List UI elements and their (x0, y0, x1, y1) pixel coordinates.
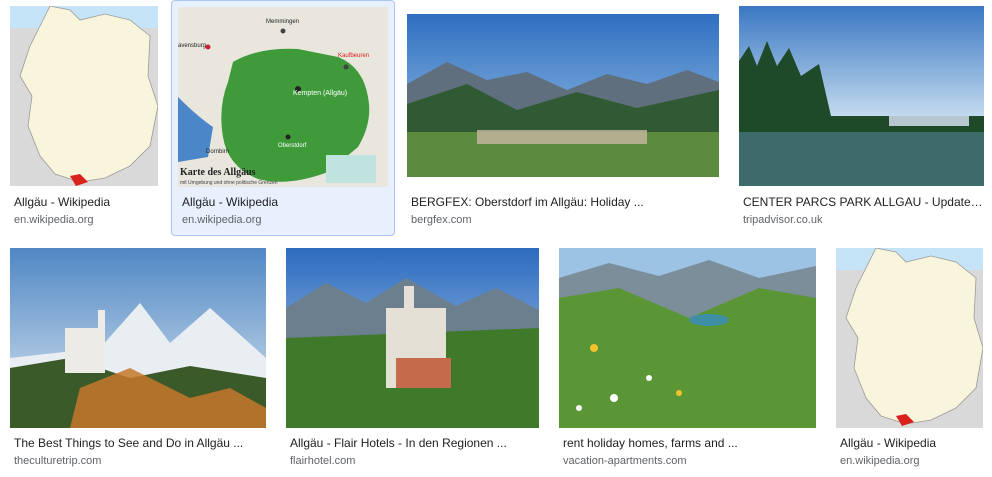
result-card-8[interactable]: Allgäu - Wikipedia en.wikipedia.org (827, 243, 992, 477)
result-source: flairhotel.com (290, 455, 356, 467)
map-label-memmingen: Memmingen (266, 19, 299, 25)
result-image-alpine-meadow[interactable] (559, 248, 816, 428)
result-image-neuschwanstein-winter[interactable] (10, 248, 266, 428)
result-source: en.wikipedia.org (182, 214, 262, 226)
result-title[interactable]: CENTER PARCS PARK ALLGAU - Updated ... (743, 195, 983, 210)
oberstdorf-photo (407, 14, 719, 177)
map-label-kempten: Kempten (Allgäu) (293, 90, 347, 97)
result-card-5[interactable]: The Best Things to See and Do in Allgäu … (0, 243, 276, 477)
map-label-ravensburg: avensburg (178, 43, 206, 49)
castle-mountains-photo (10, 248, 266, 428)
result-title[interactable]: Allgäu - Wikipedia (840, 436, 990, 451)
result-image-germany-map-2[interactable] (836, 248, 983, 428)
map-label-dornbirn: Dornbirn (206, 149, 229, 155)
result-source: en.wikipedia.org (14, 214, 94, 226)
result-card-6[interactable]: Allgäu - Flair Hotels - In den Regionen … (278, 243, 548, 477)
allgau-map-graphic: Kempten (Allgäu) Memmingen Kaufbeuren av… (178, 7, 388, 187)
result-title[interactable]: BERGFEX: Oberstdorf im Allgäu: Holiday .… (411, 195, 723, 210)
result-source: tripadvisor.co.uk (743, 214, 823, 226)
map-subtitle: mit Umgebung und ohne politische Grenzen (180, 180, 278, 186)
result-title[interactable]: Allgäu - Wikipedia (14, 195, 160, 210)
alpine-meadow-photo (559, 248, 816, 428)
map-label-oberstdorf: Oberstdorf (278, 143, 307, 149)
result-card-3[interactable]: BERGFEX: Oberstdorf im Allgäu: Holiday .… (400, 0, 726, 235)
lake-forest-photo (739, 6, 984, 186)
result-source: bergfex.com (411, 214, 472, 226)
result-title[interactable]: The Best Things to See and Do in Allgäu … (14, 436, 270, 451)
result-card-1[interactable]: Allgäu - Wikipedia en.wikipedia.org (0, 0, 168, 235)
map-title: Karte des Allgäus (180, 167, 256, 178)
result-card-7[interactable]: rent holiday homes, farms and ... vacati… (551, 243, 824, 477)
result-source: vacation-apartments.com (563, 455, 687, 467)
result-title[interactable]: rent holiday homes, farms and ... (563, 436, 819, 451)
germany-map-graphic (10, 6, 158, 186)
result-image-oberstdorf-valley[interactable] (407, 14, 719, 177)
result-source: en.wikipedia.org (840, 455, 920, 467)
result-title[interactable]: Allgäu - Wikipedia (182, 195, 382, 210)
result-source: theculturetrip.com (14, 455, 102, 467)
result-image-center-parcs-lake[interactable] (739, 6, 984, 186)
result-card-4[interactable]: CENTER PARCS PARK ALLGAU - Updated ... t… (730, 0, 992, 235)
result-title[interactable]: Allgäu - Flair Hotels - In den Regionen … (290, 436, 542, 451)
result-image-allgau-map[interactable]: Kempten (Allgäu) Memmingen Kaufbeuren av… (178, 7, 388, 187)
map-label-kaufbeuren: Kaufbeuren (338, 53, 369, 59)
germany-map-graphic-2 (836, 248, 983, 428)
castle-summer-photo (286, 248, 539, 428)
result-image-germany-map[interactable] (10, 6, 158, 186)
result-card-2-selected[interactable]: Kempten (Allgäu) Memmingen Kaufbeuren av… (171, 0, 395, 236)
result-image-neuschwanstein-summer[interactable] (286, 248, 539, 428)
